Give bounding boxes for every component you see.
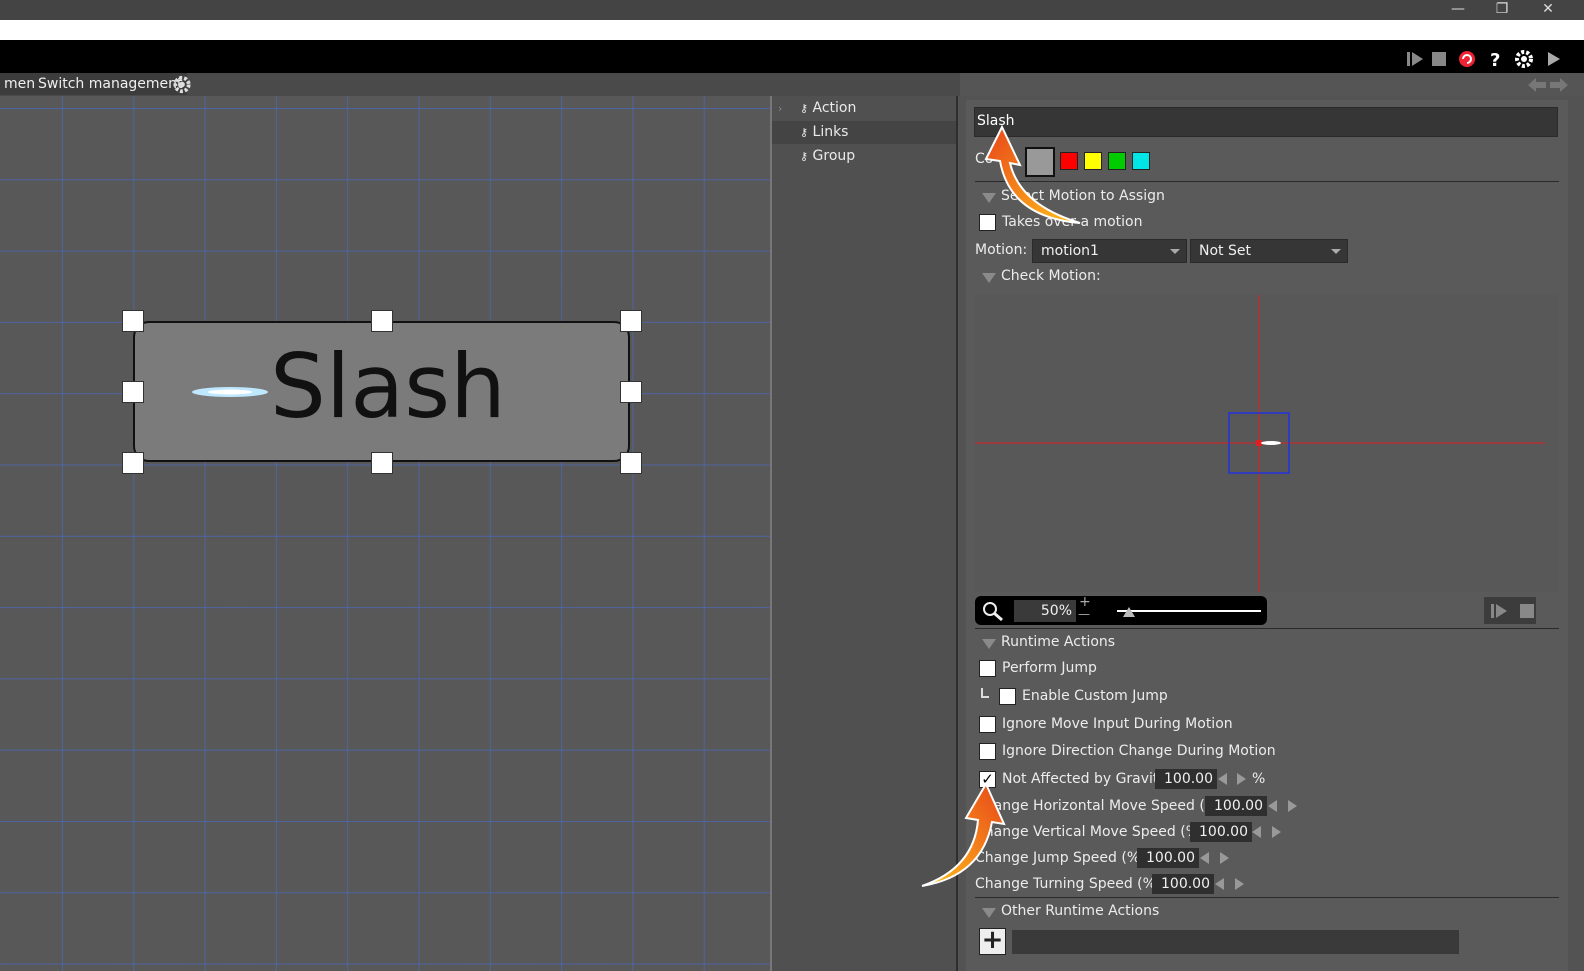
search-icon[interactable] xyxy=(980,600,1004,622)
close-button[interactable]: ✕ xyxy=(1528,0,1568,20)
divider xyxy=(975,897,1559,898)
key-icon: ⚷ xyxy=(800,126,809,139)
help-icon[interactable]: ? xyxy=(1485,48,1507,70)
decrement-arrow-icon[interactable] xyxy=(1200,852,1209,864)
turn-speed-input[interactable]: 100.00 xyxy=(1152,874,1214,894)
increment-arrow-icon[interactable] xyxy=(1272,826,1281,838)
tree-item-group[interactable]: ⚷ Group xyxy=(800,145,855,167)
motion-dropdown-value: motion1 xyxy=(1041,243,1099,259)
annotation-arrow-icon xyxy=(984,125,1081,224)
collapse-triangle-icon[interactable] xyxy=(982,273,996,283)
resize-handle-b[interactable] xyxy=(371,452,393,474)
ignore-direction-label: Ignore Direction Change During Motion xyxy=(1002,743,1276,759)
tree-item-label: Links xyxy=(812,124,849,140)
action-list-field[interactable] xyxy=(1012,930,1459,954)
chevron-down-icon xyxy=(1170,249,1180,254)
perform-jump-checkbox[interactable] xyxy=(979,660,996,677)
resize-handle-r[interactable] xyxy=(620,381,642,403)
tree-item-label: Action xyxy=(812,100,857,116)
ignore-move-label: Ignore Move Input During Motion xyxy=(1002,716,1233,732)
section-check-motion: Check Motion: xyxy=(1001,268,1101,284)
motion-label: Motion: xyxy=(975,242,1028,258)
enable-custom-jump-checkbox[interactable] xyxy=(999,688,1016,705)
node-label: Slash xyxy=(270,335,506,438)
tree-item-action[interactable]: ⚷ Action xyxy=(800,97,856,119)
increment-arrow-icon[interactable] xyxy=(1235,878,1244,890)
add-action-button[interactable]: + xyxy=(979,927,1006,955)
motion-sub-dropdown-value: Not Set xyxy=(1199,243,1251,259)
minimize-button[interactable]: — xyxy=(1438,0,1478,20)
chevron-down-icon xyxy=(1331,249,1341,254)
h-speed-input[interactable]: 100.00 xyxy=(1205,796,1267,816)
preview-play-icon[interactable] xyxy=(1488,600,1510,622)
indent-corner-icon xyxy=(981,688,989,698)
tree-item-label: Group xyxy=(812,148,856,164)
not-gravity-label: Not Affected by Gravity xyxy=(1002,771,1167,787)
resize-handle-bl[interactable] xyxy=(122,452,144,474)
ignore-move-checkbox[interactable] xyxy=(979,716,996,733)
color-swatch-green[interactable] xyxy=(1108,152,1126,170)
increment-arrow-icon[interactable] xyxy=(1237,773,1246,785)
play-step-icon[interactable] xyxy=(1404,48,1426,70)
decrement-arrow-icon[interactable] xyxy=(1215,878,1224,890)
node-canvas[interactable] xyxy=(0,96,770,971)
zoom-slider-thumb[interactable] xyxy=(1122,604,1136,618)
v-speed-input[interactable]: 100.00 xyxy=(1190,822,1252,842)
decrement-arrow-icon[interactable] xyxy=(1218,773,1227,785)
motion-sub-dropdown[interactable]: Not Set xyxy=(1190,239,1348,263)
decrement-arrow-icon[interactable] xyxy=(1268,800,1277,812)
increment-arrow-icon[interactable] xyxy=(1220,852,1229,864)
settings-gear-icon[interactable] xyxy=(1513,48,1535,70)
resize-handle-br[interactable] xyxy=(620,452,642,474)
resize-handle-l[interactable] xyxy=(122,381,144,403)
resize-handle-t[interactable] xyxy=(371,310,393,332)
tab-settings-gear-icon[interactable] xyxy=(171,74,193,95)
toolbar xyxy=(0,40,1584,73)
collapse-triangle-icon[interactable] xyxy=(982,908,996,918)
annotation-arrow-icon xyxy=(921,781,1006,887)
perform-jump-label: Perform Jump xyxy=(1002,660,1097,676)
preview-stop-icon[interactable] xyxy=(1516,600,1538,622)
menu-strip xyxy=(0,20,1584,40)
tree-item-links[interactable]: ⚷ Links xyxy=(800,121,848,143)
forward-arrow-icon[interactable] xyxy=(1550,78,1568,92)
stop-icon[interactable] xyxy=(1428,48,1450,70)
play-icon[interactable] xyxy=(1542,48,1564,70)
back-arrow-icon[interactable] xyxy=(1528,78,1546,92)
resize-handle-tr[interactable] xyxy=(620,310,642,332)
key-icon: ⚷ xyxy=(800,150,809,163)
slash-effect-icon xyxy=(192,387,268,397)
motion-dropdown[interactable]: motion1 xyxy=(1032,239,1187,263)
restore-button[interactable]: ❐ xyxy=(1482,0,1522,20)
zoom-level-input[interactable]: 50% xyxy=(1014,600,1076,622)
divider xyxy=(975,628,1559,629)
color-swatch-cyan[interactable] xyxy=(1132,152,1150,170)
tree-expand-icon[interactable]: › xyxy=(778,102,782,115)
key-icon: ⚷ xyxy=(800,102,809,115)
h-speed-label: Change Horizontal Move Speed (%): xyxy=(975,798,1229,814)
resize-handle-tl[interactable] xyxy=(122,310,144,332)
jump-speed-input[interactable]: 100.00 xyxy=(1137,848,1199,868)
preview-crosshair xyxy=(975,295,1545,592)
svg-text:?: ? xyxy=(1490,50,1500,70)
zoom-minus-button[interactable]: — xyxy=(1078,607,1090,621)
section-runtime-actions: Runtime Actions xyxy=(1001,634,1116,650)
title-bar xyxy=(0,0,1584,20)
record-icon[interactable] xyxy=(1456,48,1478,70)
zoom-slider-track[interactable] xyxy=(1117,610,1261,612)
section-other-runtime-actions: Other Runtime Actions xyxy=(1001,903,1160,919)
gravity-value-input[interactable]: 100.00 xyxy=(1155,769,1217,789)
tab-switch-management[interactable]: Switch management xyxy=(34,73,187,95)
gravity-unit: % xyxy=(1252,771,1266,787)
v-speed-label: Change Vertical Move Speed (%): xyxy=(975,824,1210,840)
collapse-triangle-icon[interactable] xyxy=(982,639,996,649)
decrement-arrow-icon[interactable] xyxy=(1252,826,1261,838)
ignore-direction-checkbox[interactable] xyxy=(979,743,996,760)
enable-custom-jump-label: Enable Custom Jump xyxy=(1022,688,1168,704)
increment-arrow-icon[interactable] xyxy=(1288,800,1297,812)
